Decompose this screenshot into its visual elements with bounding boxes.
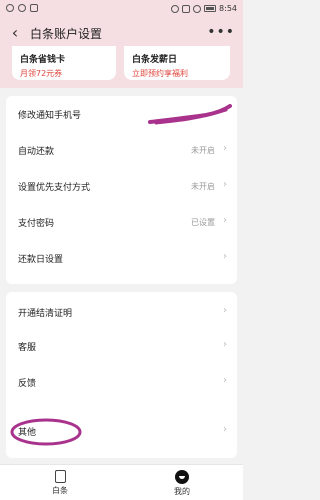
row-label: 自动还款 [18, 147, 55, 157]
row-label: 还款日设置 [18, 255, 64, 265]
row-pay-password[interactable]: 支付密码 已设置 › [6, 206, 237, 240]
row-value: 已设置 [191, 218, 215, 227]
row-customer-service[interactable]: 客服 › [6, 330, 237, 364]
battery-icon [204, 5, 217, 12]
row-priority-payment[interactable]: 设置优先支付方式 未开启 › [6, 170, 237, 204]
row-settlement-proof[interactable]: 开通结清证明 › [6, 296, 237, 330]
row-label: 反馈 [18, 379, 37, 389]
row-value: 未开启 [191, 146, 215, 155]
nav-bar: ‹ 白条账户设置 ••• [0, 18, 243, 48]
settings-group-services: 开通结清证明 › 客服 › 反馈 › [6, 292, 237, 418]
chevron-right-icon: › [223, 424, 227, 435]
row-label: 设置优先支付方式 [18, 183, 91, 193]
chevron-right-icon: › [223, 375, 227, 386]
baidu-icon [6, 4, 14, 12]
row-label: 修改通知手机号 [18, 111, 82, 121]
chevron-right-icon: › [223, 143, 227, 154]
tab-baitiao[interactable]: 白条 [30, 468, 90, 500]
promo-card-savings[interactable]: 白条省钱卡 月领72元券 [12, 46, 116, 80]
promo-title: 白条发薪日 [132, 55, 178, 65]
status-time: 8:54 [219, 4, 237, 13]
promo-title: 白条省钱卡 [20, 55, 66, 65]
status-left-icons [6, 4, 38, 12]
chevron-right-icon: › [223, 305, 227, 316]
promo-card-payday[interactable]: 白条发薪日 立即预约享福利 [124, 46, 230, 80]
settings-group-other: 其他 › [6, 406, 237, 458]
tab-label: 白条 [52, 486, 68, 495]
page-icon [54, 470, 66, 483]
wifi-icon [193, 4, 202, 13]
back-chevron-icon[interactable]: ‹ [6, 24, 24, 42]
status-bar: 8:54 [0, 0, 243, 18]
promo-area: 白条省钱卡 月领72元券 白条发薪日 立即预约享福利 [0, 46, 243, 88]
promo-subtitle: 立即预约享福利 [132, 69, 188, 78]
alarm-icon [171, 4, 180, 13]
row-value: 未开启 [191, 182, 215, 191]
row-feedback[interactable]: 反馈 › [6, 366, 237, 400]
redaction-scribble [148, 104, 232, 125]
row-auto-repay[interactable]: 自动还款 未开启 › [6, 134, 237, 168]
row-repay-date[interactable]: 还款日设置 › [6, 242, 237, 276]
row-label: 支付密码 [18, 219, 55, 229]
image-icon [30, 4, 38, 12]
chevron-right-icon: › [223, 339, 227, 350]
status-right-icons: 8:54 [171, 4, 237, 13]
mute-icon [182, 4, 191, 13]
page-title: 白条账户设置 [30, 27, 103, 41]
promo-subtitle: 月领72元券 [20, 69, 63, 78]
settings-group-account: 修改通知手机号 自动还款 未开启 › 设置优先支付方式 未开启 › 支付密码 已… [6, 96, 237, 284]
more-dots-icon[interactable]: ••• [207, 24, 235, 40]
row-label: 客服 [18, 343, 37, 353]
row-label: 开通结清证明 [18, 309, 73, 319]
user-icon [175, 470, 189, 484]
wechat-icon [18, 4, 26, 12]
chevron-right-icon: › [223, 251, 227, 262]
chevron-right-icon: › [223, 215, 227, 226]
row-other[interactable]: 其他 › [6, 415, 237, 449]
tab-label: 我的 [174, 487, 190, 496]
chevron-right-icon: › [223, 179, 227, 190]
tab-mine[interactable]: 我的 [152, 468, 212, 500]
bottom-tab-bar: 白条 我的 [0, 464, 243, 500]
row-change-notify-phone[interactable]: 修改通知手机号 [6, 98, 237, 132]
row-label: 其他 [18, 428, 37, 438]
